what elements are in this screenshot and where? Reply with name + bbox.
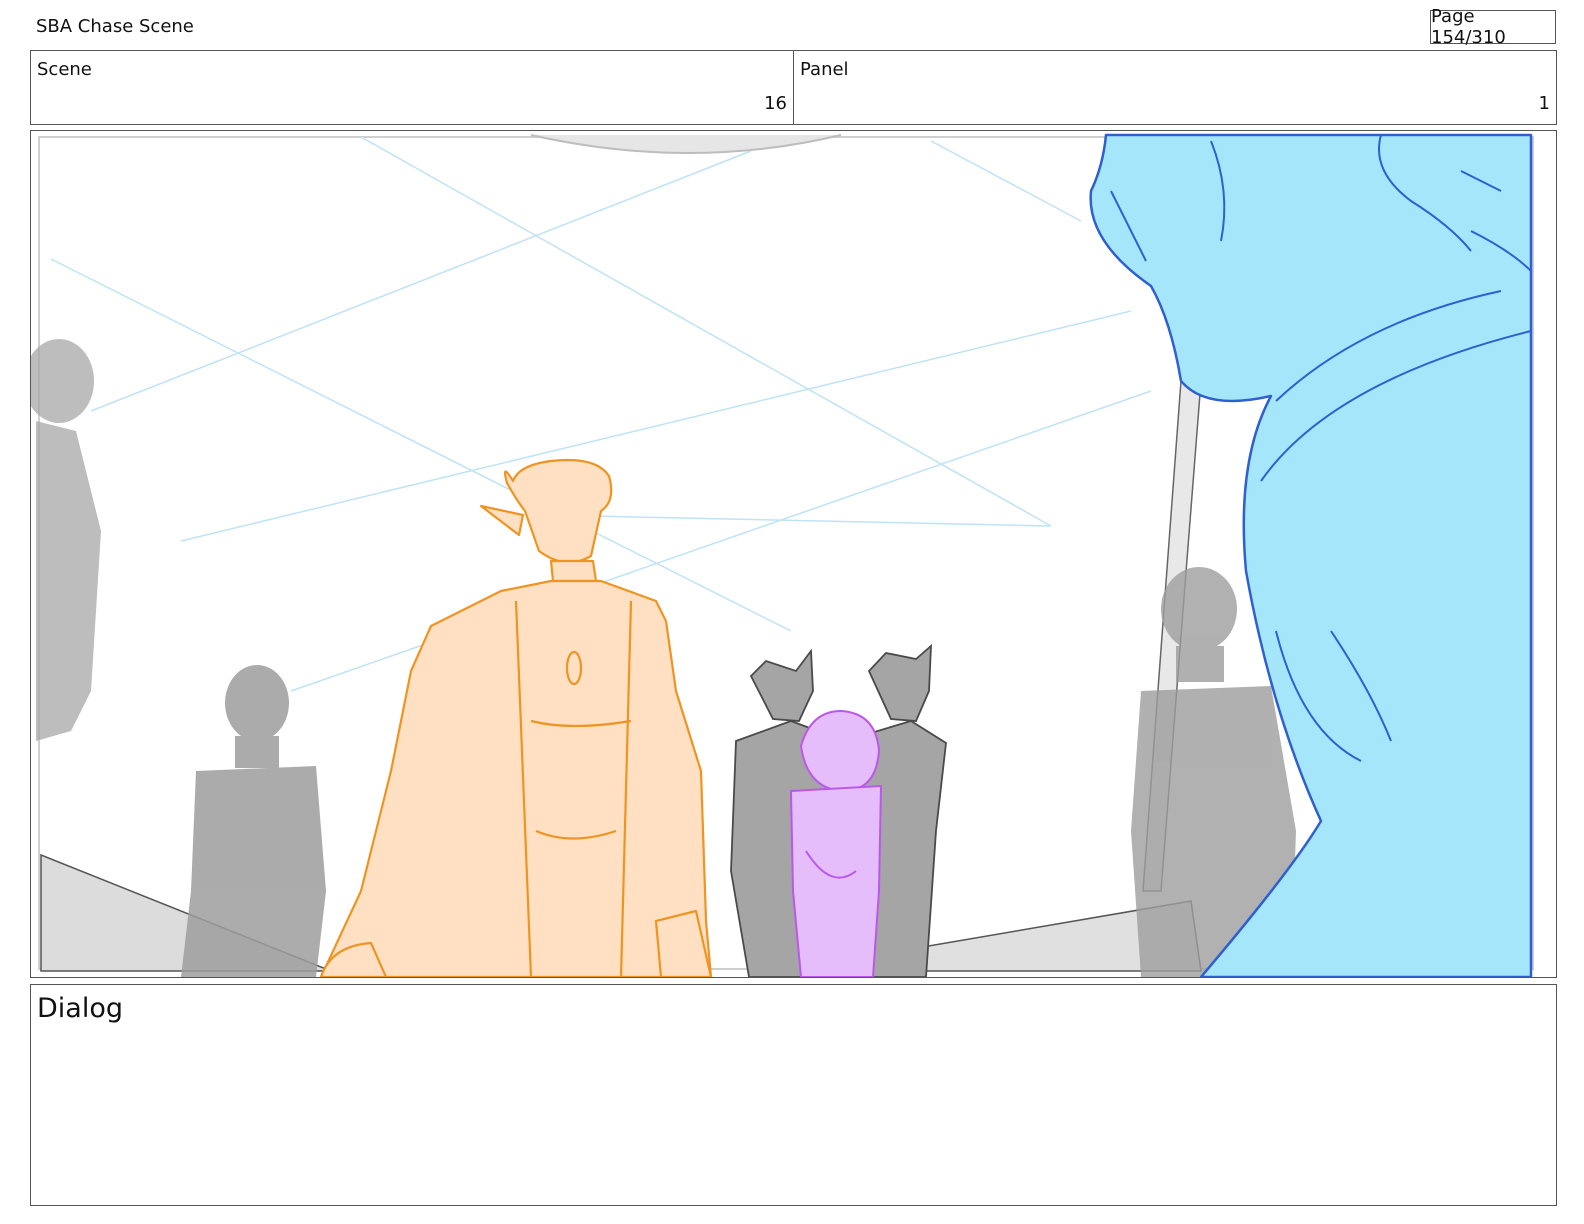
panel-number: 1	[1538, 93, 1550, 114]
storyboard-sketch	[31, 133, 1534, 977]
ceiling-arc	[530, 134, 842, 154]
scene-number: 16	[764, 93, 787, 114]
dialog-box: Dialog	[30, 984, 1557, 1206]
storyboard-panel	[30, 130, 1557, 978]
orange-character	[319, 458, 713, 977]
panel-cell: Panel 1	[793, 51, 1556, 124]
dialog-label: Dialog	[37, 993, 123, 1024]
scene-panel-info: Scene 16 Panel 1	[30, 50, 1557, 125]
guard-left	[181, 665, 326, 977]
page-number: Page 154/310	[1430, 6, 1556, 48]
scene-cell: Scene 16	[31, 51, 793, 124]
blurred-figure-left	[31, 339, 101, 741]
scene-label: Scene	[37, 59, 92, 80]
purple-girl	[789, 709, 883, 977]
panel-label: Panel	[800, 59, 849, 80]
document-title: SBA Chase Scene	[36, 16, 194, 37]
